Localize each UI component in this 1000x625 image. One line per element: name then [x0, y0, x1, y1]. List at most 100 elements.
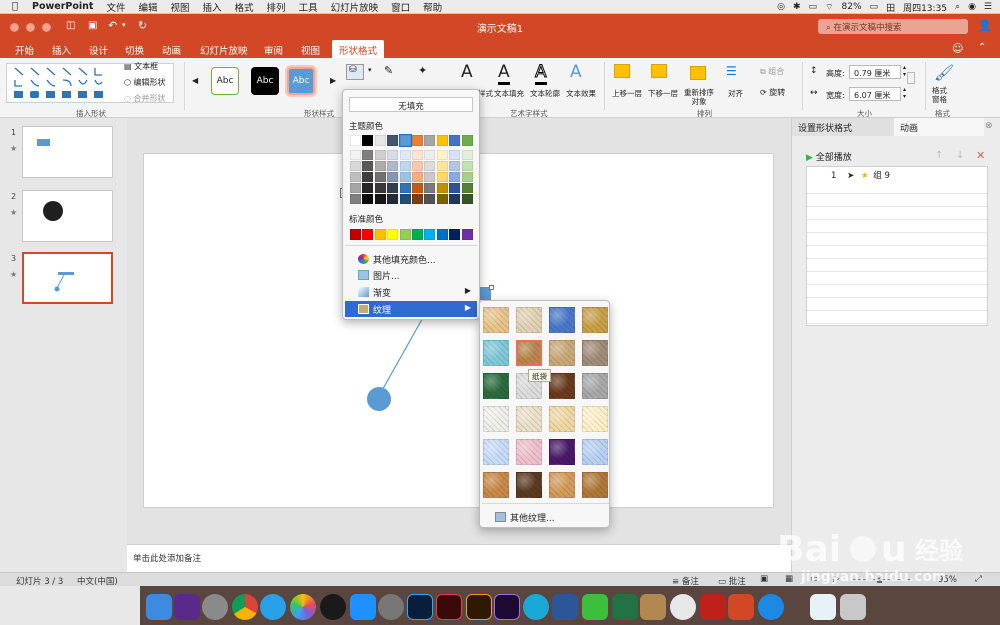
theme-color-shade-swatch[interactable]	[436, 172, 448, 182]
tab-transitions[interactable]: 切换	[125, 43, 144, 57]
archive-utility-icon[interactable]	[640, 594, 666, 620]
flash-player-icon[interactable]	[700, 594, 726, 620]
texture-swatch[interactable]	[483, 406, 509, 432]
standard-color-swatch[interactable]	[449, 229, 461, 240]
app-menu[interactable]: PowerPoint	[32, 1, 93, 12]
texture-swatch[interactable]	[516, 439, 542, 465]
theme-color-shade-swatch[interactable]	[399, 183, 411, 193]
theme-color-shade-swatch[interactable]	[374, 183, 386, 193]
theme-color-shade-swatch[interactable]	[399, 172, 411, 182]
document-icon[interactable]	[810, 594, 836, 620]
share-user-icon[interactable]: 👤	[978, 19, 992, 32]
app-icon[interactable]	[758, 594, 784, 620]
notes-pane[interactable]: 单击此处添加备注	[127, 544, 791, 572]
slide-thumbnail-3[interactable]	[22, 252, 113, 304]
bluetooth-icon[interactable]: ✱	[793, 2, 801, 12]
textbox-button[interactable]: ▤ 文本框	[124, 61, 158, 72]
shape-outline-icon[interactable]: ✎	[384, 64, 393, 77]
shape-fill-button[interactable]: ⛁	[346, 64, 364, 80]
clock[interactable]: 周四13:35	[903, 1, 947, 14]
align-icon[interactable]: ☰	[726, 64, 737, 78]
texture-swatch[interactable]	[549, 340, 575, 366]
theme-color-shade-swatch[interactable]	[436, 161, 448, 171]
theme-color-swatch[interactable]	[387, 135, 399, 146]
theme-color-shade-swatch[interactable]	[362, 194, 374, 204]
theme-color-shade-swatch[interactable]	[399, 150, 411, 160]
status-icon[interactable]: ◎	[777, 2, 785, 12]
texture-swatch[interactable]	[483, 439, 509, 465]
bring-forward-icon[interactable]	[614, 64, 630, 78]
texture-swatch[interactable]	[582, 439, 608, 465]
smiley-feedback-icon[interactable]: ☺	[952, 42, 963, 55]
search-input[interactable]: ⌕ 在演示文稿中搜索	[818, 19, 968, 34]
text-fill-icon[interactable]: A	[498, 62, 510, 85]
tab-design[interactable]: 设计	[89, 43, 108, 57]
tab-slideshow[interactable]: 幻灯片放映	[200, 43, 248, 57]
theme-color-shade-swatch[interactable]	[461, 194, 473, 204]
reorder-objects-label[interactable]: 重新排序 对象	[684, 88, 714, 106]
theme-color-shade-swatch[interactable]	[461, 150, 473, 160]
shape-effects-icon[interactable]: ✦	[418, 64, 427, 77]
premiere-icon[interactable]	[494, 594, 520, 620]
launchpad-icon[interactable]	[202, 594, 228, 620]
menu-edit[interactable]: 编辑	[138, 0, 157, 14]
texture-swatch[interactable]	[516, 472, 542, 498]
notification-center-icon[interactable]: ☰	[984, 2, 992, 12]
gallery-prev-icon[interactable]: ◀	[192, 76, 198, 85]
standard-color-swatch[interactable]	[374, 229, 386, 240]
theme-color-shade-swatch[interactable]	[362, 183, 374, 193]
texture-swatch[interactable]	[582, 406, 608, 432]
tab-insert[interactable]: 插入	[52, 43, 71, 57]
format-pane-icon[interactable]: 🖌	[934, 63, 954, 82]
theme-color-shade-swatch[interactable]	[449, 161, 461, 171]
theme-color-shade-swatch[interactable]	[424, 194, 436, 204]
wordart-quick-styles-icon[interactable]: A	[461, 62, 473, 82]
theme-color-shade-swatch[interactable]	[399, 161, 411, 171]
height-input[interactable]: 0.79 厘米	[849, 65, 901, 79]
tab-view[interactable]: 视图	[301, 43, 320, 57]
wifi-icon[interactable]: ⌔	[825, 2, 833, 13]
theme-color-shade-swatch[interactable]	[424, 183, 436, 193]
move-up-icon[interactable]: ↑	[935, 150, 943, 161]
texture-swatch[interactable]	[483, 340, 509, 366]
texture-fill-item[interactable]: 纹理 ▶	[345, 301, 477, 317]
close-pane-icon[interactable]: ⊗	[985, 121, 993, 131]
theme-color-swatch[interactable]	[436, 135, 448, 146]
battery-icon[interactable]: ▭	[870, 2, 879, 12]
menu-window[interactable]: 窗口	[391, 0, 410, 14]
standard-color-swatch[interactable]	[399, 229, 411, 240]
edit-shape-button[interactable]: ⬡ 编辑形状	[124, 77, 166, 88]
theme-color-shade-swatch[interactable]	[436, 150, 448, 160]
width-input[interactable]: 6.07 厘米	[849, 87, 901, 101]
texture-swatch[interactable]	[483, 307, 509, 333]
theme-color-shade-swatch[interactable]	[412, 194, 423, 204]
texture-swatch[interactable]	[516, 406, 542, 432]
theme-color-swatch[interactable]	[362, 135, 374, 146]
spotlight-icon[interactable]: ⌕	[955, 2, 960, 12]
tab-home[interactable]: 开始	[15, 43, 34, 57]
chrome-icon[interactable]	[232, 594, 258, 620]
finder-icon[interactable]	[146, 594, 172, 620]
style-preset-3[interactable]: Abc	[285, 65, 317, 97]
send-backward-label[interactable]: 下移一层	[648, 88, 678, 99]
theme-color-shade-swatch[interactable]	[412, 150, 423, 160]
text-fill-label[interactable]: 文本填充	[494, 88, 524, 99]
height-stepper[interactable]: ▴ ▾	[903, 64, 906, 78]
theme-color-swatch[interactable]	[374, 135, 386, 146]
more-fill-colors-item[interactable]: 其他填充颜色...	[345, 251, 477, 267]
theme-color-swatch[interactable]	[424, 135, 436, 146]
gallery-next-icon[interactable]: ▶	[330, 76, 336, 85]
theme-color-shade-swatch[interactable]	[350, 161, 361, 171]
airplay-icon[interactable]: ▭	[809, 2, 818, 12]
texture-swatch[interactable]	[516, 340, 542, 366]
iqiyi-icon[interactable]	[582, 594, 608, 620]
theme-color-shade-swatch[interactable]	[387, 150, 399, 160]
trash-icon[interactable]	[840, 594, 866, 620]
siri-icon[interactable]: ◉	[968, 2, 976, 12]
theme-color-shade-swatch[interactable]	[412, 161, 423, 171]
texture-swatch[interactable]	[549, 373, 575, 399]
theme-color-shade-swatch[interactable]	[387, 161, 399, 171]
tab-format-shape[interactable]: 设置形状格式	[792, 118, 894, 136]
theme-color-shade-swatch[interactable]	[350, 183, 361, 193]
apple-icon[interactable]: 	[12, 1, 18, 12]
